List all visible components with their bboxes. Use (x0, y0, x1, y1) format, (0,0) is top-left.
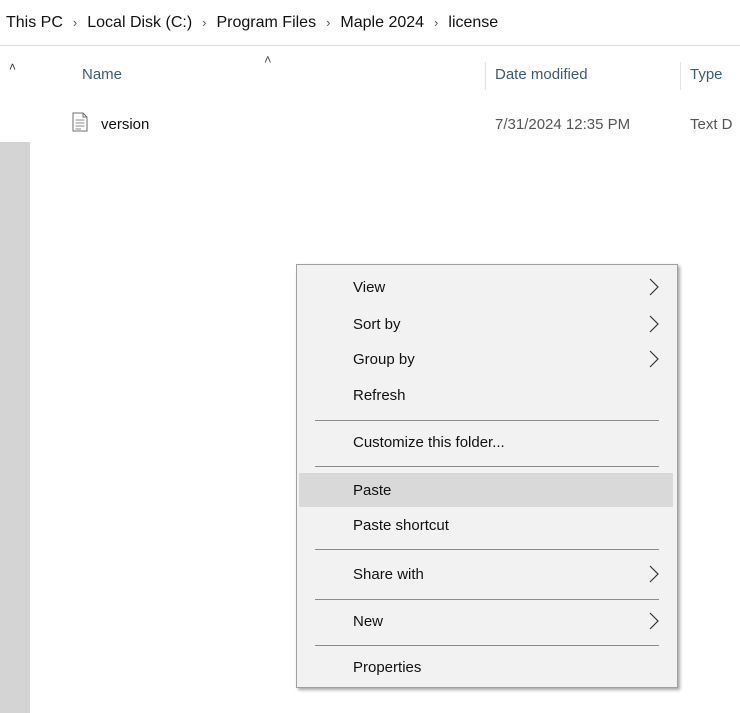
menu-item-label: Properties (353, 658, 422, 676)
menu-item-group-by[interactable]: Group by (299, 342, 673, 376)
menu-item-label: View (353, 278, 386, 296)
menu-item-label: Paste (353, 481, 392, 499)
scroll-up-icon[interactable]: ˄ (9, 60, 16, 74)
scrollbar-thumb[interactable] (0, 142, 30, 713)
breadcrumb-separator-icon[interactable]: › (202, 15, 206, 30)
column-header-name[interactable]: Name (82, 66, 122, 83)
navigation-pane-scrollbar[interactable]: ˄ (0, 46, 30, 713)
breadcrumb-separator-icon[interactable]: › (73, 15, 77, 30)
menu-item-view[interactable]: View (299, 270, 673, 304)
menu-item-paste[interactable]: Paste (299, 473, 673, 507)
breadcrumb-local-disk[interactable]: Local Disk (C:) (87, 14, 192, 32)
menu-separator (315, 420, 659, 421)
sort-ascending-icon: ˄ (264, 52, 272, 67)
menu-item-label: New (353, 612, 384, 630)
menu-item-sort-by[interactable]: Sort by (299, 307, 673, 341)
menu-separator (315, 645, 659, 646)
menu-separator (315, 466, 659, 467)
breadcrumb-license[interactable]: license (448, 14, 498, 32)
menu-separator (315, 599, 659, 600)
column-divider[interactable] (680, 62, 681, 90)
menu-item-customize-folder[interactable]: Customize this folder... (299, 425, 673, 459)
text-document-icon (72, 112, 88, 132)
column-header-type[interactable]: Type (690, 66, 723, 83)
menu-separator (315, 549, 659, 550)
context-menu: View Sort by Group by Refresh Customize … (296, 264, 678, 688)
menu-item-refresh[interactable]: Refresh (299, 378, 673, 412)
breadcrumb-separator-icon[interactable]: › (434, 15, 438, 30)
menu-item-paste-shortcut[interactable]: Paste shortcut (299, 508, 673, 542)
menu-item-label: Paste shortcut (353, 516, 449, 534)
menu-item-new[interactable]: New (299, 604, 673, 638)
column-header-date-modified[interactable]: Date modified (495, 66, 588, 83)
breadcrumb-this-pc[interactable]: This PC (6, 14, 63, 32)
breadcrumb-separator-icon[interactable]: › (326, 15, 330, 30)
menu-item-label: Customize this folder... (353, 433, 505, 451)
chevron-right-icon (649, 350, 659, 368)
file-row[interactable]: version 7/31/2024 12:35 PM Text D (30, 110, 740, 140)
file-name: version (101, 116, 150, 133)
chevron-right-icon (649, 612, 659, 630)
menu-item-label: Sort by (353, 315, 401, 333)
menu-item-label: Refresh (353, 386, 406, 404)
menu-item-label: Group by (353, 350, 415, 368)
column-headers: ˄ Name Date modified Type (30, 46, 740, 106)
chevron-right-icon (649, 315, 659, 333)
menu-item-label: Share with (353, 565, 424, 583)
menu-item-properties[interactable]: Properties (299, 650, 673, 684)
file-type: Text D (690, 116, 733, 133)
breadcrumb-program-files[interactable]: Program Files (217, 14, 317, 32)
chevron-right-icon (649, 565, 659, 583)
chevron-right-icon (649, 278, 659, 296)
breadcrumb-maple-2024[interactable]: Maple 2024 (340, 14, 424, 32)
file-date-modified: 7/31/2024 12:35 PM (495, 116, 631, 133)
menu-item-share-with[interactable]: Share with (299, 557, 673, 591)
breadcrumb: This PC › Local Disk (C:) › Program File… (0, 0, 740, 46)
column-divider[interactable] (485, 62, 486, 90)
